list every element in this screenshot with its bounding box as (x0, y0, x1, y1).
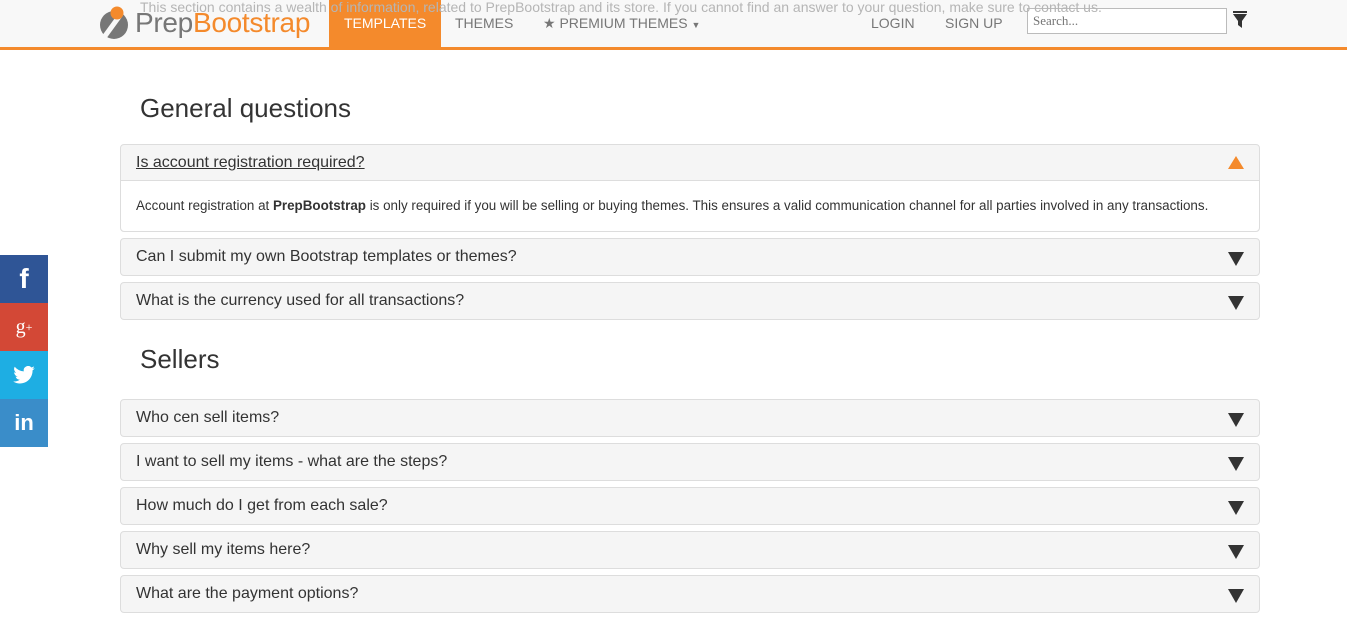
expand-arrow-icon[interactable] (1228, 457, 1244, 471)
nav-premium-themes[interactable]: ★ PREMIUM THEMES ▼ (543, 0, 700, 47)
logo[interactable]: PrepBootstrap (97, 6, 310, 40)
twitter-icon[interactable] (0, 351, 48, 399)
filter-icon[interactable] (1232, 11, 1248, 29)
faq-answer: Account registration at PrepBootstrap is… (121, 181, 1259, 231)
logo-text-prep: Prep (135, 7, 193, 38)
faq-question-text[interactable]: I want to sell my items - what are the s… (136, 453, 447, 471)
nav-login[interactable]: LOGIN (871, 0, 915, 47)
collapse-arrow-icon[interactable] (1228, 156, 1244, 169)
faq-item[interactable]: What are the payment options? (120, 575, 1260, 613)
faq-item[interactable]: How much do I get from each sale? (120, 487, 1260, 525)
expand-arrow-icon[interactable] (1228, 252, 1244, 266)
google-plus-icon[interactable]: g + (0, 303, 48, 351)
linkedin-icon[interactable]: in (0, 399, 48, 447)
facebook-icon[interactable]: f (0, 255, 48, 303)
faq-item[interactable]: I want to sell my items - what are the s… (120, 443, 1260, 481)
nav-themes[interactable]: THEMES (455, 0, 513, 47)
social-share-bar: f g + in (0, 255, 48, 447)
faq-question-text[interactable]: How much do I get from each sale? (136, 497, 388, 515)
expand-arrow-icon[interactable] (1228, 589, 1244, 603)
faq-item[interactable]: Who cen sell items? (120, 399, 1260, 437)
logo-text-bootstrap: Bootstrap (192, 7, 311, 38)
section-title-general: General questions (140, 93, 352, 123)
answer-text: Account registration at (136, 198, 273, 213)
navbar: PrepBootstrap TEMPLATES THEMES ★ PREMIUM… (0, 0, 1347, 50)
answer-bold: PrepBootstrap (272, 198, 366, 213)
faq-item[interactable]: What is the currency used for all transa… (120, 282, 1260, 320)
expand-arrow-icon[interactable] (1228, 296, 1244, 310)
caret-down-icon: ▼ (691, 20, 701, 30)
answer-text: is only required if you will be selling … (365, 198, 1209, 213)
faq-question[interactable]: Is account registration required? (121, 145, 1259, 181)
faq-question-text[interactable]: What is the currency used for all transa… (136, 292, 464, 310)
nav-templates[interactable]: TEMPLATES (329, 0, 442, 47)
faq-container: General questions Is account registratio… (120, 50, 1260, 619)
expand-arrow-icon[interactable] (1228, 413, 1244, 427)
section-title-sellers: Sellers (140, 344, 220, 374)
star-icon: ★ (543, 15, 556, 31)
faq-item[interactable]: Can I submit my own Bootstrap templates … (120, 238, 1260, 276)
faq-question-text[interactable]: Can I submit my own Bootstrap templates … (136, 248, 517, 266)
faq-question-text[interactable]: Is account registration required? (136, 154, 365, 172)
faq-question-text[interactable]: Why sell my items here? (136, 541, 310, 559)
expand-arrow-icon[interactable] (1228, 501, 1244, 515)
faq-question-text[interactable]: Who cen sell items? (136, 409, 279, 427)
expand-arrow-icon[interactable] (1228, 545, 1244, 559)
faq-item: Is account registration required? Accoun… (120, 144, 1260, 232)
faq-item[interactable]: Why sell my items here? (120, 531, 1260, 569)
nav-signup[interactable]: SIGN UP (945, 0, 1003, 47)
nav-premium-label: PREMIUM THEMES (559, 15, 688, 31)
faq-question-text[interactable]: What are the payment options? (136, 585, 358, 603)
logo-icon (100, 6, 128, 39)
search-input[interactable] (1027, 8, 1227, 34)
